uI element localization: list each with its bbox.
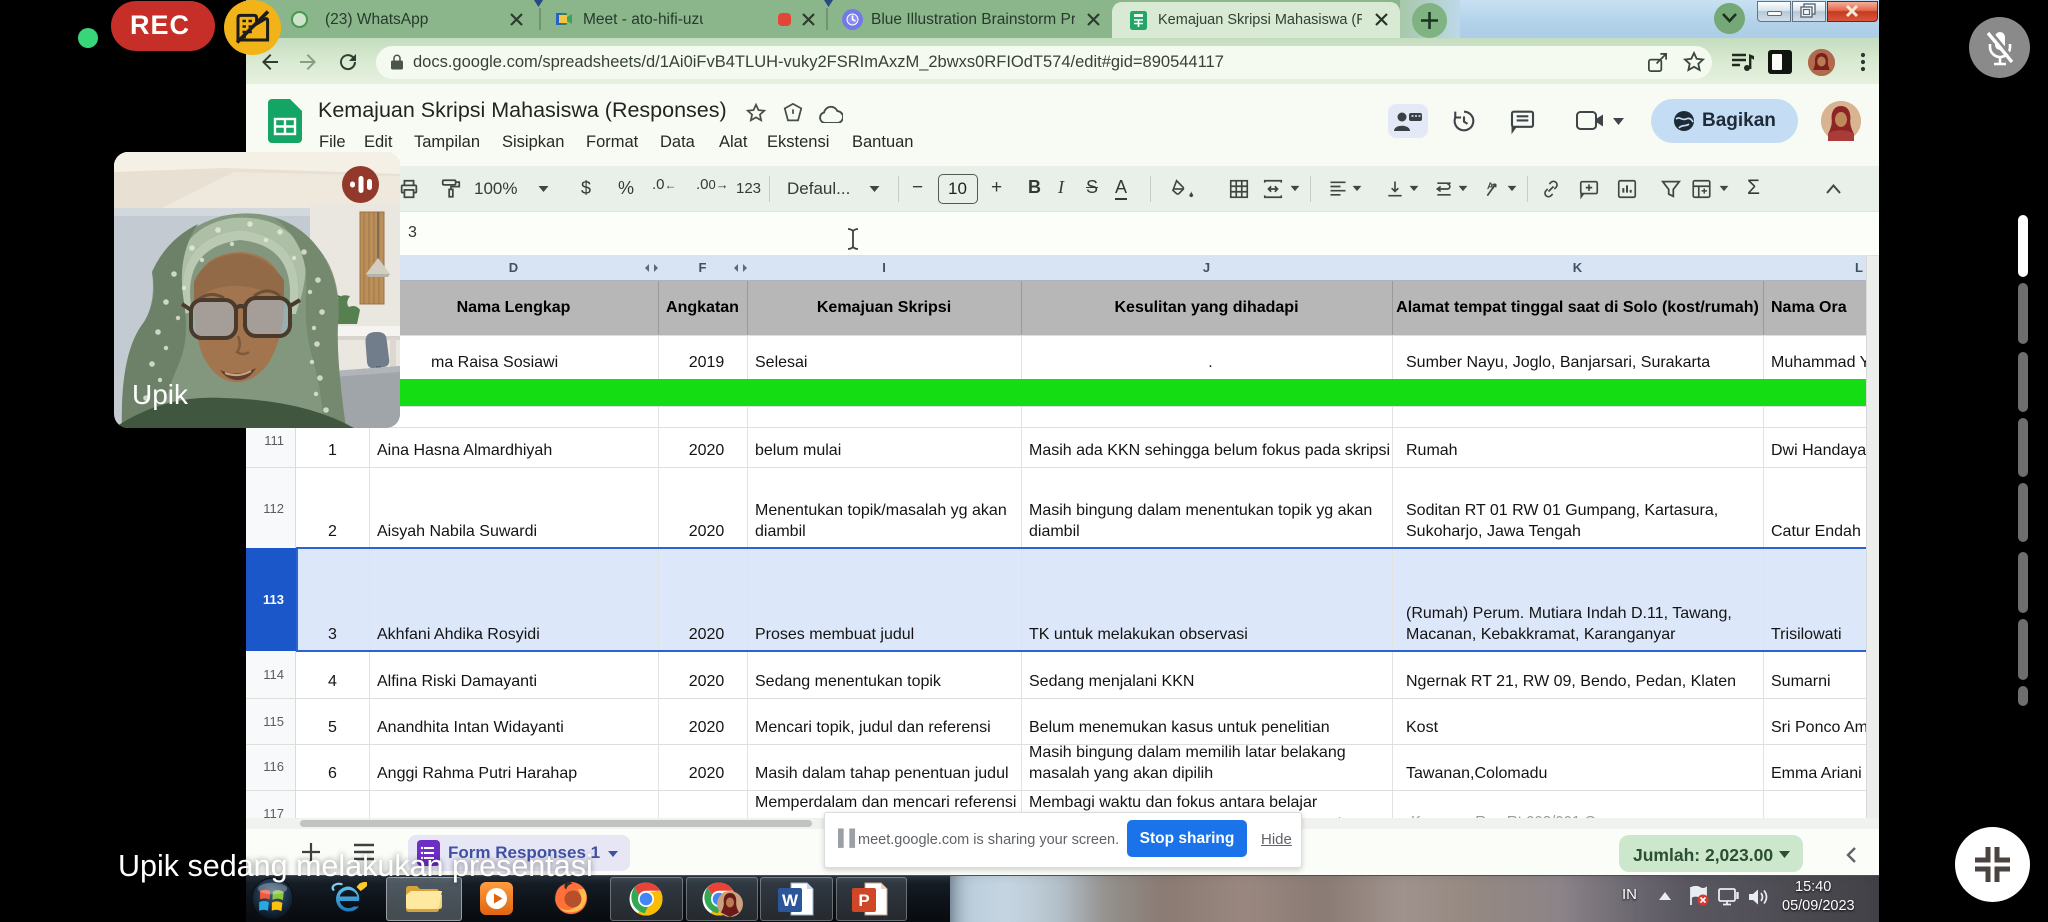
svg-text:P: P xyxy=(858,891,869,910)
svg-text:A: A xyxy=(1487,181,1494,191)
svg-text:Upik: Upik xyxy=(132,379,189,410)
svg-text:W: W xyxy=(782,891,799,910)
